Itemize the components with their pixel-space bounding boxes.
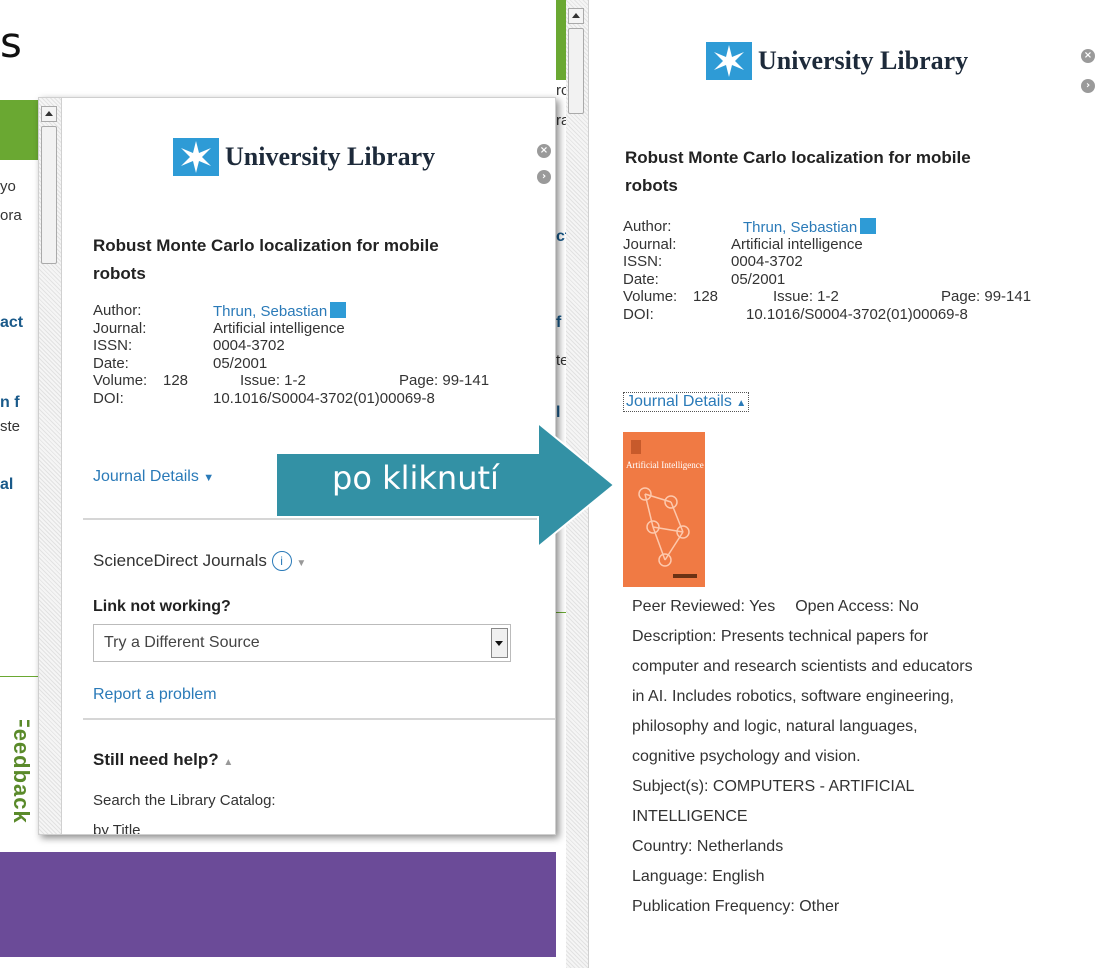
- left-popup-scrollbar[interactable]: [39, 98, 62, 834]
- author-link[interactable]: Thrun, Sebastian: [213, 302, 347, 321]
- still-need-help-heading[interactable]: Still need help? ▲: [93, 750, 233, 770]
- background-fragment: ro: [556, 82, 566, 99]
- article-title: Robust Monte Carlo localization for mobi…: [625, 148, 971, 195]
- scroll-thumb[interactable]: [41, 126, 57, 264]
- issn-label: ISSN:: [623, 253, 663, 270]
- search-catalog-label: Search the Library Catalog:: [93, 792, 276, 809]
- arrow-label: po kliknutí: [332, 459, 499, 497]
- background-fragment: act: [0, 314, 24, 331]
- chevron-down-icon: ▼: [203, 472, 215, 484]
- date-label: Date:: [623, 270, 659, 288]
- volume-label: Volume:: [623, 288, 678, 305]
- issn-value: 0004-3702: [731, 253, 803, 270]
- doi-value: 10.1016/S0004-3702(01)00069-8: [213, 389, 435, 407]
- author-label: Author:: [93, 302, 142, 319]
- background-fragment: yo: [0, 178, 16, 195]
- issn-value: 0004-3702: [213, 337, 285, 354]
- dropdown-arrow-icon[interactable]: [491, 628, 508, 658]
- info-icon[interactable]: i: [271, 551, 292, 571]
- chevron-down-icon[interactable]: ▼: [296, 558, 306, 569]
- background-fragment: l: [556, 404, 561, 421]
- journal-cover-image: Artificial Intelligence: [623, 432, 705, 587]
- author-profile-icon[interactable]: [330, 302, 347, 318]
- library-logo: University Library: [706, 42, 968, 80]
- scroll-up-arrow-icon[interactable]: [41, 106, 57, 122]
- doi-value: 10.1016/S0004-3702(01)00069-8: [746, 305, 968, 323]
- background-fragment: ct: [556, 228, 566, 245]
- journal-language: Language: English: [632, 868, 765, 885]
- chevron-up-icon: ▲: [736, 398, 747, 409]
- background-divider: [0, 676, 38, 677]
- volume-value: 128: [693, 288, 719, 305]
- library-star-icon: [173, 138, 219, 176]
- journal-details-panel: Peer Reviewed: Yes Open Access: No Descri…: [632, 592, 1102, 922]
- page-value: Page: 99-141: [399, 372, 490, 389]
- background-fragment: n f: [0, 394, 20, 411]
- author-label: Author:: [623, 218, 672, 235]
- source-select[interactable]: Try a Different Source: [93, 624, 511, 662]
- peer-reviewed: Peer Reviewed: Yes: [632, 598, 776, 615]
- issue-value: Issue: 1-2: [773, 288, 839, 305]
- journal-value: Artificial intelligence: [731, 235, 863, 253]
- scroll-up-arrow-icon[interactable]: [568, 8, 584, 24]
- volume-label: Volume:: [93, 372, 148, 389]
- link-not-working-label: Link not working?: [93, 598, 231, 615]
- article-title: Robust Monte Carlo localization for mobi…: [93, 236, 439, 283]
- article-metadata: Author: Thrun, Sebastian Journal: Artifici…: [623, 218, 1093, 323]
- background-fragment: ora: [0, 207, 22, 224]
- date-value: 05/2001: [731, 270, 786, 288]
- expand-icon[interactable]: ›: [537, 170, 551, 184]
- background-fragment: te: [556, 352, 566, 369]
- author-profile-icon[interactable]: [860, 218, 877, 234]
- after-click-arrow: po kliknutí: [276, 423, 616, 547]
- by-title-link[interactable]: by Title: [93, 822, 141, 834]
- issn-label: ISSN:: [93, 337, 133, 354]
- date-value: 05/2001: [213, 354, 268, 372]
- source-name: ScienceDirect Journals i ▼: [93, 551, 307, 571]
- date-label: Date:: [93, 354, 129, 372]
- background-divider: [556, 612, 566, 613]
- right-popup: University Library × › Robust Monte Carl…: [590, 0, 1110, 968]
- issue-value: Issue: 1-2: [240, 372, 306, 389]
- journal-description: Description: Presents technical papers f…: [632, 628, 973, 765]
- background-fragment: ra: [556, 112, 566, 129]
- section-divider: [83, 718, 555, 720]
- journal-label: Journal:: [93, 319, 147, 337]
- background-green-bar-left: [0, 100, 40, 160]
- journal-value: Artificial intelligence: [213, 319, 345, 337]
- library-logo-text: University Library: [758, 46, 969, 75]
- background-fragment: al: [0, 476, 14, 493]
- volume-value: 128: [163, 372, 189, 389]
- background-cut-letter: s: [0, 18, 22, 67]
- background-purple-band: [0, 852, 556, 957]
- author-link[interactable]: Thrun, Sebastian: [743, 218, 877, 237]
- feedback-tab[interactable]: Feedback: [2, 720, 38, 830]
- journal-subjects: Subject(s): COMPUTERS - ARTIFICIAL INTEL…: [632, 778, 915, 825]
- chevron-up-icon: ▲: [223, 757, 234, 768]
- library-logo-text: University Library: [225, 142, 436, 171]
- doi-label: DOI:: [93, 389, 124, 407]
- doi-label: DOI:: [623, 305, 654, 323]
- report-problem-link[interactable]: Report a problem: [93, 686, 217, 704]
- journal-details-toggle[interactable]: Journal Details ▼: [93, 468, 214, 486]
- background-fragment: ste: [0, 418, 21, 435]
- source-select-value: Try a Different Source: [104, 634, 260, 651]
- library-star-icon: [706, 42, 752, 80]
- scroll-thumb[interactable]: [568, 28, 584, 114]
- page-value: Page: 99-141: [941, 288, 1032, 305]
- journal-details-toggle[interactable]: Journal Details ▲: [623, 392, 750, 412]
- expand-icon[interactable]: ›: [1081, 79, 1095, 93]
- background-fragment: f: [556, 314, 562, 331]
- background-green-bar: [556, 0, 566, 80]
- library-logo: University Library: [173, 138, 435, 176]
- close-icon[interactable]: ×: [537, 144, 551, 158]
- close-icon[interactable]: ×: [1081, 49, 1095, 63]
- article-metadata: Author: Thrun, Sebastian Journal: Artifici…: [93, 302, 533, 407]
- journal-label: Journal:: [623, 235, 677, 253]
- open-access: Open Access: No: [795, 598, 919, 615]
- journal-frequency: Publication Frequency: Other: [632, 898, 840, 915]
- journal-country: Country: Netherlands: [632, 838, 784, 855]
